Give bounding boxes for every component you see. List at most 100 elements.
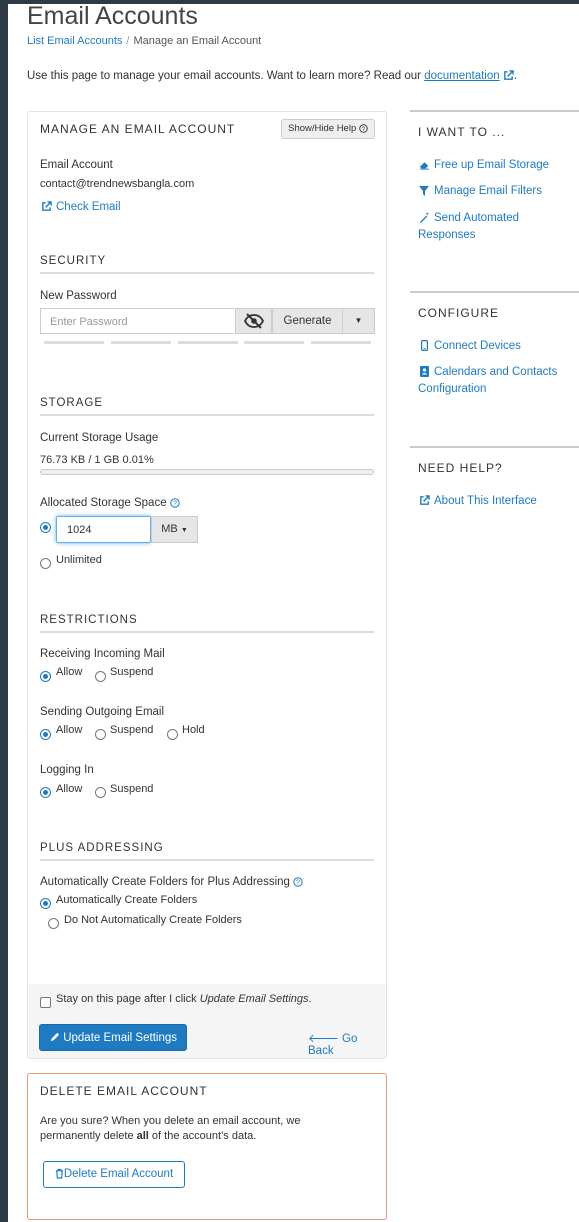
- unlimited-label: Unlimited: [56, 554, 102, 566]
- outgoing-suspend-radio[interactable]: [95, 729, 106, 740]
- delete-panel-title: DELETE EMAIL ACCOUNT: [40, 1084, 208, 1098]
- password-input[interactable]: Enter Password: [40, 308, 234, 334]
- send-automated-responses-link[interactable]: Send Automated Responses: [418, 210, 578, 244]
- about-this-interface-link[interactable]: About This Interface: [418, 493, 578, 510]
- strength-bar: [244, 341, 304, 344]
- external-link-icon: [418, 493, 430, 510]
- page-title: Email Accounts: [27, 2, 198, 30]
- incoming-suspend-label: Suspend: [110, 666, 154, 678]
- email-account-value: contact@trendnewsbangla.com: [40, 178, 195, 190]
- sidebar-need-help: NEED HELP? About This Interface: [410, 446, 579, 526]
- arrow-left-icon: 🡐: [308, 1033, 339, 1045]
- svg-text:?: ?: [362, 126, 366, 133]
- eraser-icon: [418, 157, 430, 174]
- outgoing-hold-radio[interactable]: [167, 729, 178, 740]
- sidebar-heading-i-want-to: I WANT TO ...: [410, 110, 579, 139]
- allocated-storage-label: Allocated Storage Space ?: [40, 497, 180, 509]
- breadcrumb-list-email-accounts[interactable]: List Email Accounts: [27, 35, 122, 47]
- connect-devices-link[interactable]: Connect Devices: [418, 338, 578, 355]
- svg-text:?: ?: [296, 879, 300, 886]
- page: Email Accounts List Email Accounts / Manag…: [8, 2, 579, 1222]
- magic-wand-icon: [418, 210, 430, 227]
- delete-account-panel: DELETE EMAIL ACCOUNT Are you sure? When …: [27, 1073, 387, 1220]
- plus-addressing-label: Automatically Create Folders for Plus Ad…: [40, 876, 303, 888]
- show-hide-help-button[interactable]: Show/Hide Help ?: [281, 119, 375, 139]
- address-book-icon: [418, 364, 430, 381]
- login-allow-radio[interactable]: [40, 787, 51, 798]
- logging-in-label: Logging In: [40, 764, 94, 776]
- storage-usage-label: Current Storage Usage: [40, 432, 159, 444]
- caret-down-icon: ▼: [354, 316, 363, 325]
- breadcrumb: List Email Accounts / Manage an Email Acco…: [27, 35, 262, 47]
- outgoing-allow-radio[interactable]: [40, 729, 51, 740]
- delete-warning-line-1: Are you sure? When you delete an email a…: [40, 1115, 301, 1127]
- help-circle-icon[interactable]: ?: [293, 876, 303, 888]
- generator-options-dropdown[interactable]: ▼: [342, 308, 375, 334]
- storage-heading: STORAGE: [40, 397, 374, 416]
- strength-bar: [111, 341, 171, 344]
- update-email-settings-button[interactable]: Update Email Settings: [39, 1024, 187, 1051]
- breadcrumb-current: Manage an Email Account: [133, 35, 262, 47]
- strength-bar: [178, 341, 238, 344]
- help-circle-icon: ?: [359, 123, 368, 134]
- external-link-icon: [503, 70, 514, 82]
- storage-size-input[interactable]: 1024: [56, 516, 151, 543]
- auto-create-folders-radio[interactable]: [40, 898, 51, 909]
- documentation-link[interactable]: documentation: [424, 70, 499, 82]
- storage-quota-radio[interactable]: [40, 522, 51, 533]
- outgoing-hold-label: Hold: [182, 724, 205, 736]
- login-allow-label: Allow: [56, 783, 83, 795]
- sidebar-configure: CONFIGURE Connect Devices Calendars and …: [410, 291, 579, 421]
- stay-on-page-label: Stay on this page after I click Update E…: [56, 993, 312, 1005]
- stay-on-page-checkbox[interactable]: [40, 997, 51, 1008]
- outgoing-suspend-label: Suspend: [110, 724, 154, 736]
- login-suspend-label: Suspend: [110, 783, 154, 795]
- login-suspend-radio[interactable]: [95, 787, 106, 798]
- incoming-allow-radio[interactable]: [40, 671, 51, 682]
- free-up-storage-link[interactable]: Free up Email Storage: [418, 157, 578, 174]
- outgoing-email-label: Sending Outgoing Email: [40, 706, 165, 718]
- incoming-suspend-radio[interactable]: [95, 671, 106, 682]
- eye-slash-icon: [243, 312, 264, 329]
- email-account-label: Email Account: [40, 159, 113, 171]
- incoming-mail-label: Receiving Incoming Mail: [40, 648, 165, 660]
- go-back-link[interactable]: 🡐 Go Back: [308, 1031, 386, 1057]
- sidebar-heading-configure: CONFIGURE: [410, 291, 579, 320]
- check-email-link[interactable]: Check Email: [40, 201, 121, 213]
- manage-panel-title: MANAGE AN EMAIL ACCOUNT: [40, 122, 236, 136]
- filter-icon: [418, 183, 430, 200]
- sidebar-heading-need-help: NEED HELP?: [410, 446, 579, 475]
- external-link-icon: [40, 201, 52, 213]
- strength-bar: [44, 341, 104, 344]
- sidebar-i-want-to: I WANT TO ... Free up Email Storage Mana…: [410, 110, 579, 270]
- manage-email-filters-link[interactable]: Manage Email Filters: [418, 183, 578, 200]
- plus-addressing-heading: PLUS ADDRESSING: [40, 842, 374, 861]
- delete-email-account-button[interactable]: Delete Email Account: [43, 1161, 185, 1188]
- storage-unit-dropdown[interactable]: MB ▼: [151, 516, 198, 543]
- svg-text:?: ?: [173, 500, 177, 507]
- restrictions-heading: RESTRICTIONS: [40, 614, 374, 633]
- intro-text: Use this page to manage your email accou…: [27, 70, 518, 82]
- security-heading: SECURITY: [40, 255, 374, 274]
- trash-icon: [55, 1168, 64, 1180]
- form-footer: Stay on this page after I click Update E…: [28, 984, 386, 1058]
- storage-usage-value: 76.73 KB / 1 GB 0.01%: [40, 454, 154, 466]
- auto-create-folders-label: Automatically Create Folders: [56, 894, 198, 906]
- outgoing-allow-label: Allow: [56, 724, 83, 736]
- pencil-icon: [49, 1032, 60, 1044]
- no-auto-create-folders-label: Do Not Automatically Create Folders: [64, 914, 242, 926]
- caret-down-icon: ▼: [180, 527, 188, 534]
- no-auto-create-folders-radio[interactable]: [48, 918, 59, 929]
- incoming-allow-label: Allow: [56, 666, 83, 678]
- manage-email-panel: MANAGE AN EMAIL ACCOUNT Show/Hide Help ?…: [27, 111, 387, 1059]
- calendars-contacts-link[interactable]: Calendars and Contacts Configuration: [418, 364, 578, 398]
- storage-usage-bar: [40, 469, 374, 475]
- toggle-password-visibility-button[interactable]: [235, 308, 272, 334]
- delete-warning-line-2: permanently delete all of the account’s …: [40, 1130, 257, 1142]
- strength-bar: [311, 341, 371, 344]
- mobile-phone-icon: [418, 338, 430, 355]
- generate-password-button[interactable]: Generate: [272, 308, 343, 334]
- unlimited-storage-radio[interactable]: [40, 558, 51, 569]
- new-password-label: New Password: [40, 290, 117, 302]
- help-circle-icon[interactable]: ?: [170, 497, 180, 509]
